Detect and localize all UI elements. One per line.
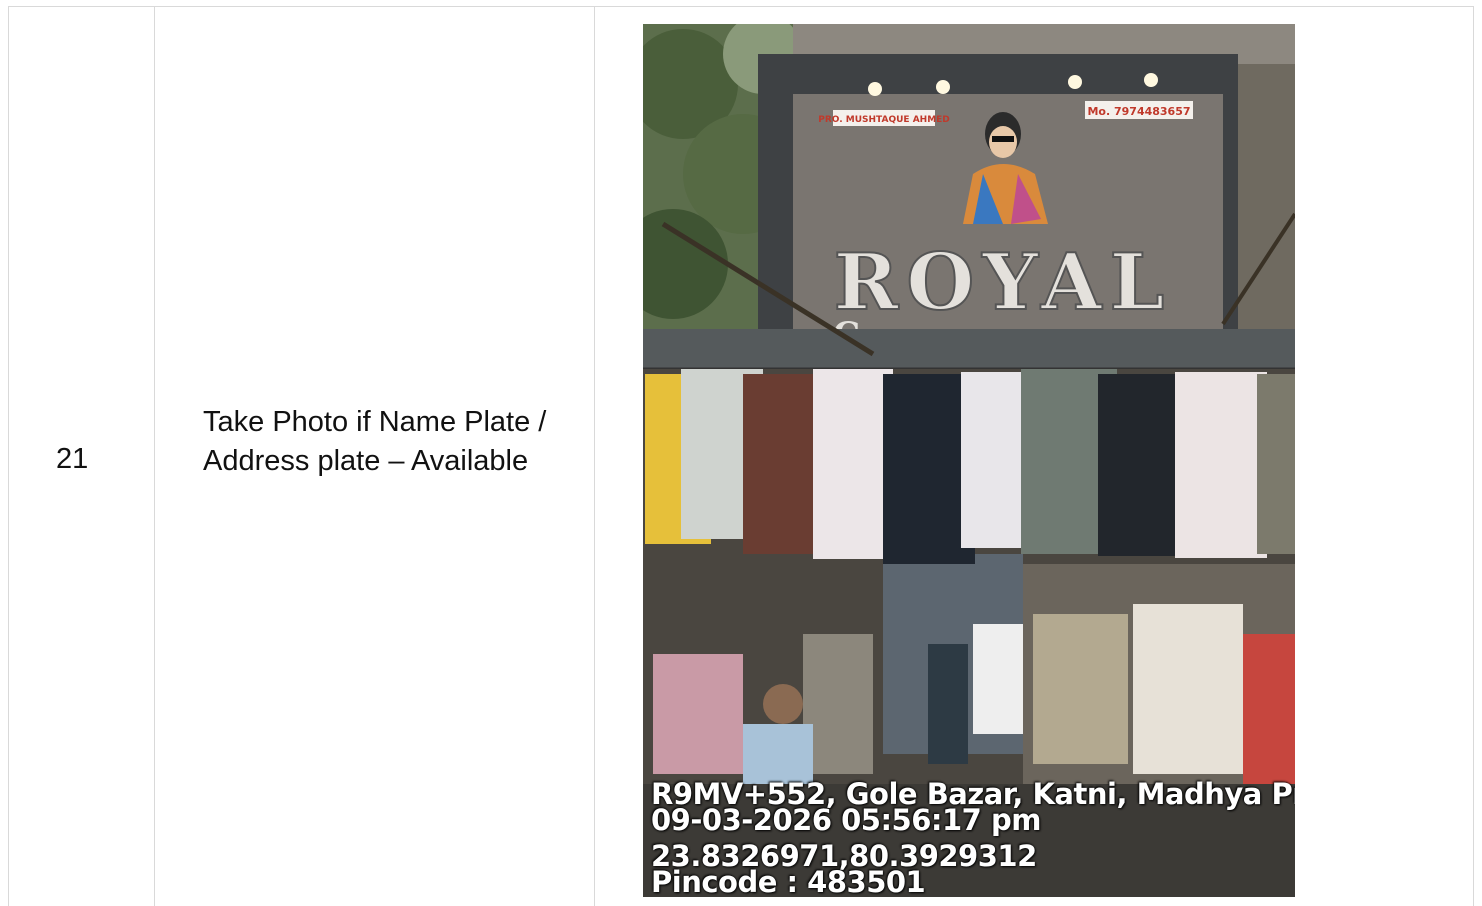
proprietor-plate: PRO. MUSHTAQUE AHMED xyxy=(818,115,950,125)
inspection-table: 21 Take Photo if Name Plate / Address pl… xyxy=(8,6,1474,906)
hanging-shirts xyxy=(645,369,1295,564)
serial-number-cell: 21 xyxy=(9,7,155,906)
shop-photo: PRO. MUSHTAQUE AHMED Mo. 7974483657 ROYA… xyxy=(643,24,1295,897)
geotag-stamp: R9MV+552, Gole Bazar, Katni, Madhya Prad… xyxy=(651,780,1295,897)
serial-number: 21 xyxy=(56,443,89,475)
item-description: Take Photo if Name Plate / Address plate… xyxy=(203,406,547,477)
description-cell: Take Photo if Name Plate / Address plate… xyxy=(155,7,595,906)
mobile-plate: Mo. 7974483657 xyxy=(1087,105,1190,118)
photo-cell: PRO. MUSHTAQUE AHMED Mo. 7974483657 ROYA… xyxy=(595,7,1474,906)
storefront-image: PRO. MUSHTAQUE AHMED Mo. 7974483657 ROYA… xyxy=(643,24,1295,897)
shop-sign-text: ROYAL xyxy=(834,237,1173,328)
